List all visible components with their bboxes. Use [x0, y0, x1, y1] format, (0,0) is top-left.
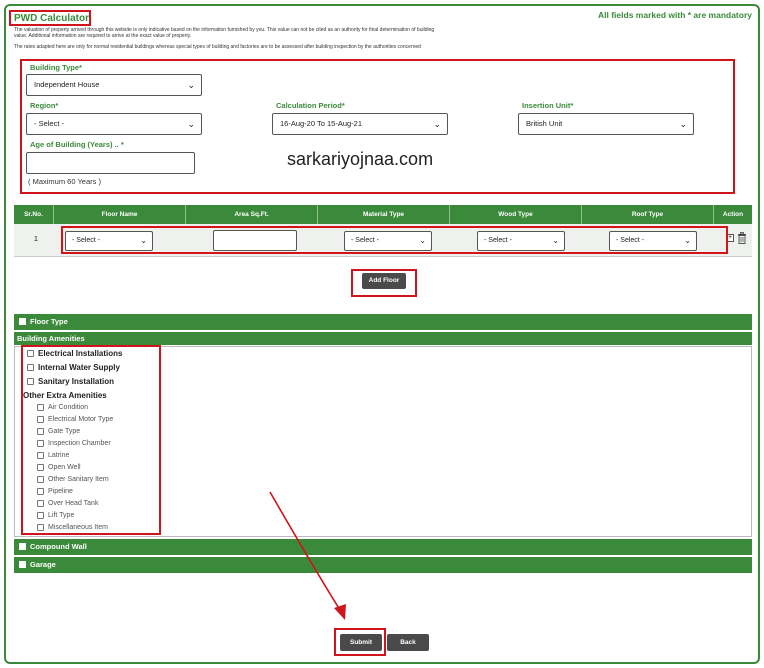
submit-button[interactable]: Submit	[340, 634, 382, 651]
red-arrow-annotation	[269, 491, 346, 620]
back-button[interactable]: Back	[387, 634, 429, 651]
